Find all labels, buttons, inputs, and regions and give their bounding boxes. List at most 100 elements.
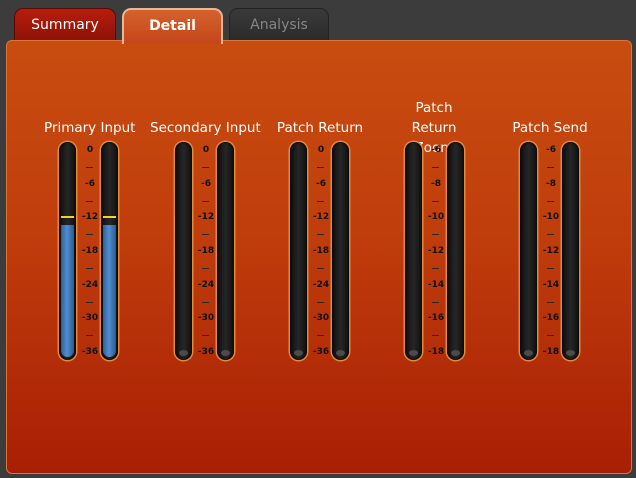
scale-tick-label: -36 bbox=[197, 347, 215, 357]
meter-idle-indicator bbox=[294, 350, 303, 356]
scale-tick-label: -36 bbox=[81, 347, 99, 357]
scale-minor-tick bbox=[317, 301, 324, 303]
scale-tick-label: -12 bbox=[427, 246, 445, 256]
scale-minor-tick bbox=[317, 267, 324, 269]
scale-tick-label: -6 bbox=[546, 145, 556, 155]
scale-tick-label: -10 bbox=[542, 212, 560, 223]
meter-title: Patch Send bbox=[512, 120, 588, 136]
scale-minor-tick bbox=[547, 166, 554, 168]
scale-tick-label: 0 bbox=[202, 145, 210, 155]
meter-level-fill bbox=[61, 224, 74, 357]
scale-minor-tick bbox=[86, 267, 93, 269]
scale-tick-label: -18 bbox=[312, 246, 330, 256]
meter-idle-indicator bbox=[451, 350, 460, 356]
meter-bar-left bbox=[405, 142, 422, 360]
scale-tick-label: -16 bbox=[427, 313, 445, 324]
scale-minor-tick bbox=[202, 301, 209, 303]
scale-minor-tick bbox=[202, 335, 209, 337]
scale-minor-tick bbox=[317, 335, 324, 337]
scale-minor-tick bbox=[86, 234, 93, 236]
meter-bar-left bbox=[290, 142, 307, 360]
meter-bar-left bbox=[175, 142, 192, 360]
meter-idle-indicator bbox=[409, 350, 418, 356]
meter-idle-indicator bbox=[179, 350, 188, 356]
scale-tick-label: -18 bbox=[197, 246, 215, 256]
meter-bar-right bbox=[562, 142, 579, 360]
scale-tick-label: -14 bbox=[427, 279, 445, 290]
scale-minor-tick bbox=[202, 267, 209, 269]
meter-scale: -6 -8 -10 -12 -14 -16 -18 bbox=[423, 142, 449, 360]
scale-tick-label: -12 bbox=[312, 212, 330, 223]
scale-minor-tick bbox=[202, 234, 209, 236]
meter-idle-indicator bbox=[524, 350, 533, 356]
scale-tick-label: -18 bbox=[427, 347, 445, 357]
scale-minor-tick bbox=[202, 200, 209, 202]
scale-minor-tick bbox=[432, 267, 439, 269]
scale-minor-tick bbox=[317, 166, 324, 168]
meter-level-fill bbox=[103, 224, 116, 357]
meter-scale: 0 -6 -12 -18 -24 -30 -36 bbox=[193, 142, 219, 360]
meter-title: Secondary Input bbox=[150, 120, 261, 136]
scale-tick-label: -12 bbox=[542, 246, 560, 256]
meter-bar-left bbox=[59, 142, 76, 360]
meter-bar-left bbox=[520, 142, 537, 360]
scale-minor-tick bbox=[432, 200, 439, 202]
scale-minor-tick bbox=[547, 301, 554, 303]
scale-minor-tick bbox=[547, 234, 554, 236]
scale-minor-tick bbox=[317, 234, 324, 236]
meter-idle-indicator bbox=[566, 350, 575, 356]
meter-bar-right bbox=[332, 142, 349, 360]
meter-peak-marker bbox=[103, 216, 116, 219]
scale-tick-label: -14 bbox=[542, 279, 560, 290]
scale-minor-tick bbox=[86, 200, 93, 202]
scale-tick-label: -18 bbox=[81, 246, 99, 256]
scale-tick-label: -12 bbox=[197, 212, 215, 223]
scale-tick-label: -30 bbox=[81, 313, 99, 324]
scale-tick-label: -6 bbox=[85, 178, 95, 189]
scale-minor-tick bbox=[86, 166, 93, 168]
scale-tick-label: -10 bbox=[427, 212, 445, 223]
scale-tick-label: -16 bbox=[542, 313, 560, 324]
scale-minor-tick bbox=[86, 335, 93, 337]
meter-scale: -6 -8 -10 -12 -14 -16 -18 bbox=[538, 142, 564, 360]
scale-minor-tick bbox=[432, 234, 439, 236]
scale-tick-label: 0 bbox=[317, 145, 325, 155]
scale-minor-tick bbox=[547, 200, 554, 202]
meter-title: Patch Return bbox=[276, 120, 364, 136]
scale-minor-tick bbox=[86, 301, 93, 303]
meter-scale: 0 -6 -12 -18 -24 -30 -36 bbox=[308, 142, 334, 360]
tab-bar: Summary Detail Analysis bbox=[0, 0, 636, 44]
tab-detail[interactable]: Detail bbox=[122, 8, 223, 44]
scale-tick-label: -6 bbox=[201, 178, 211, 189]
tab-analysis[interactable]: Analysis bbox=[229, 8, 329, 42]
meter-bar-right bbox=[101, 142, 118, 360]
scale-tick-label: -18 bbox=[542, 347, 560, 357]
tab-summary[interactable]: Summary bbox=[14, 8, 116, 42]
scale-tick-label: -36 bbox=[312, 347, 330, 357]
scale-tick-label: -24 bbox=[197, 279, 215, 290]
scale-minor-tick bbox=[202, 166, 209, 168]
scale-minor-tick bbox=[432, 301, 439, 303]
scale-minor-tick bbox=[547, 267, 554, 269]
scale-tick-label: -12 bbox=[81, 212, 99, 223]
meter-bar-right bbox=[447, 142, 464, 360]
meter-peak-marker bbox=[61, 216, 74, 219]
scale-tick-label: -6 bbox=[431, 145, 441, 155]
scale-tick-label: 0 bbox=[86, 145, 94, 155]
scale-tick-label: -6 bbox=[316, 178, 326, 189]
meter-bar-right bbox=[217, 142, 234, 360]
scale-tick-label: -24 bbox=[81, 279, 99, 290]
scale-tick-label: -8 bbox=[431, 178, 441, 189]
scale-tick-label: -30 bbox=[197, 313, 215, 324]
scale-minor-tick bbox=[547, 335, 554, 337]
scale-minor-tick bbox=[317, 200, 324, 202]
meter-idle-indicator bbox=[221, 350, 230, 356]
meter-scale: 0 -6 -12 -18 -24 -30 -36 bbox=[77, 142, 103, 360]
detail-panel: Primary Input 0 -6 -12 -18 -24 -30 -36 Seconda… bbox=[6, 40, 632, 474]
scale-tick-label: -24 bbox=[312, 279, 330, 290]
scale-minor-tick bbox=[432, 166, 439, 168]
scale-tick-label: -30 bbox=[312, 313, 330, 324]
meter-title: Primary Input bbox=[44, 120, 136, 136]
scale-minor-tick bbox=[432, 335, 439, 337]
scale-tick-label: -8 bbox=[546, 178, 556, 189]
